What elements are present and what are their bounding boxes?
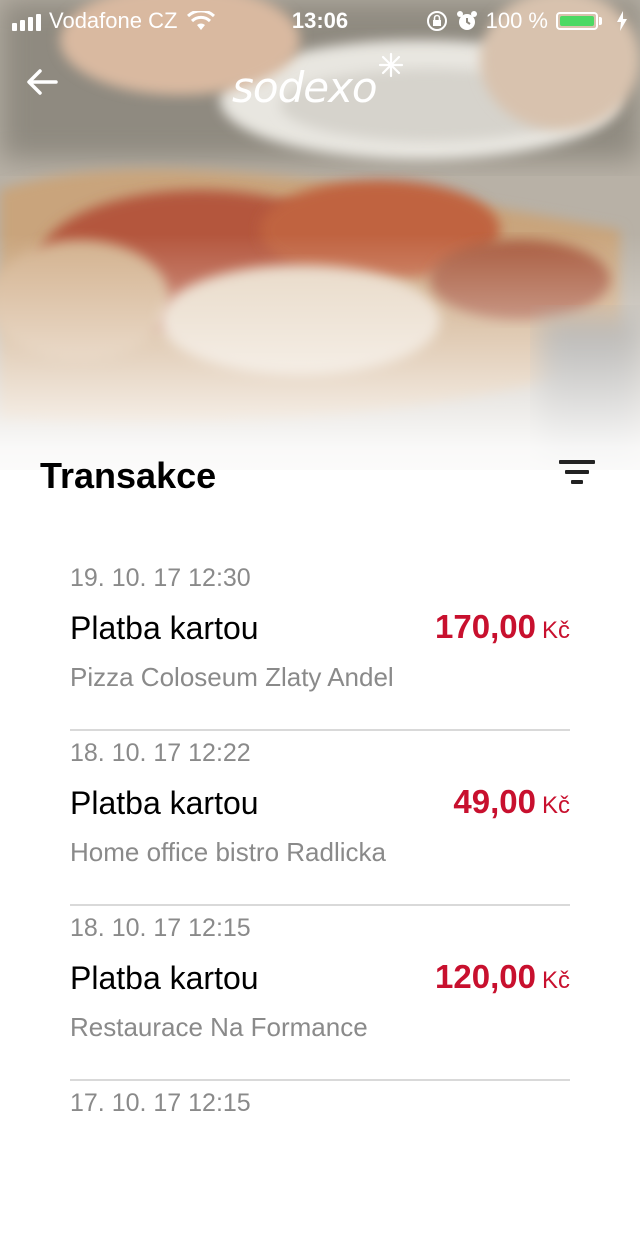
page-title: Transakce [40,455,217,496]
transaction-item[interactable]: 18. 10. 17 12:22 Platba kartou 49,00 Kč H… [70,731,570,906]
transaction-date: 17. 10. 17 12:15 [70,1089,251,1117]
transaction-merchant: Pizza Coloseum Zlaty Andel [70,662,394,692]
transaction-item[interactable]: 18. 10. 17 12:15 Platba kartou 120,00 Kč … [70,906,570,1081]
transaction-date: 19. 10. 17 12:30 [70,564,251,592]
battery-icon [556,12,602,30]
transaction-currency: Kč [541,617,570,644]
charging-bolt-icon [617,11,627,31]
battery-fill [560,16,594,26]
transaction-currency: Kč [541,967,570,994]
transaction-merchant: Restaurace Na Formance [70,1012,368,1042]
filter-icon[interactable] [556,460,598,494]
logo-star-icon [378,52,404,78]
transaction-amount: 120,00 [435,958,536,995]
back-arrow-icon[interactable] [22,62,62,102]
transaction-amount: 170,00 [435,608,536,645]
status-right: 100 % [426,8,628,34]
battery-tip [599,17,602,25]
transaction-currency: Kč [541,792,570,819]
transactions-list: 19. 10. 17 12:30 Platba kartou 170,00 Kč … [70,556,570,1256]
transaction-date: 18. 10. 17 12:22 [70,739,251,767]
sodexo-logo: sodexo [232,52,412,114]
battery-body [556,12,598,30]
transaction-date: 18. 10. 17 12:15 [70,914,251,942]
transaction-type: Platba kartou [70,785,259,821]
transaction-item[interactable]: 19. 10. 17 12:30 Platba kartou 170,00 Kč … [70,556,570,731]
logo-text: sodexo [232,63,378,112]
transaction-amount-wrap: 170,00 Kč [435,606,570,655]
battery-percentage: 100 % [485,8,548,33]
transaction-type: Platba kartou [70,960,259,996]
transaction-merchant: Home office bistro Radlicka [70,837,386,867]
transaction-amount-wrap: 49,00 Kč [453,781,570,830]
transaction-type: Platba kartou [70,610,259,646]
status-bar: Vodafone CZ 13:06 100 % [0,0,640,40]
transaction-item[interactable]: 17. 10. 17 12:15 [70,1081,570,1256]
alarm-icon [456,11,477,30]
transaction-amount: 49,00 [453,783,536,820]
orientation-lock-icon [426,11,447,31]
transaction-amount-wrap: 120,00 Kč [435,956,570,1005]
